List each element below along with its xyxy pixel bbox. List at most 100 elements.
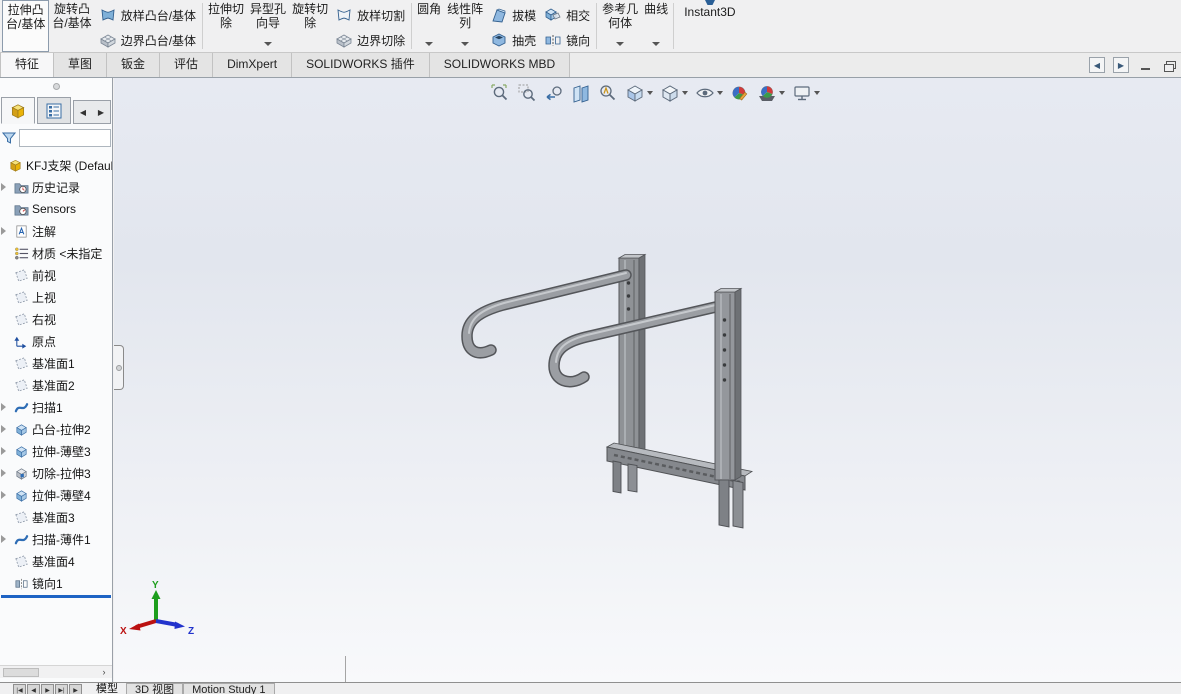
tree-item-plane3[interactable]: 基准面3 [0, 506, 112, 528]
motion-nav-buttons: |◀ ◀ ▶ ▶| ▶ [13, 684, 82, 694]
feature-tree-filter-input[interactable] [19, 129, 111, 147]
draft-button[interactable]: 拔模 [490, 6, 536, 24]
plane-icon [14, 290, 29, 305]
tree-item-front-plane[interactable]: 前视 [0, 264, 112, 286]
tab-sheet-metal[interactable]: 钣金 [107, 53, 161, 77]
tab-dimxpert[interactable]: DimXpert [213, 53, 293, 77]
mirror-feature-icon [14, 576, 29, 591]
scroll-tabs-left-button[interactable]: ◀ [1089, 57, 1105, 73]
restore-document-button[interactable] [1161, 57, 1177, 73]
extruded-boss-base-button[interactable]: 拉伸凸 台/基体 [2, 0, 50, 52]
graphics-viewport[interactable]: Y X Z [114, 78, 1181, 682]
intersect-icon [544, 6, 562, 24]
command-manager-tab-bar: 特征 草图 钣金 评估 DimXpert SOLIDWORKS 插件 SOLID… [0, 53, 1181, 78]
tree-item-plane1[interactable]: 基准面1 [0, 352, 112, 374]
orientation-triad: Y X Z [120, 580, 194, 637]
tree-item-extrude-thin3[interactable]: 拉伸-薄壁3 [0, 440, 112, 462]
panel-tabs-scroll-left-button[interactable]: ◀ [80, 108, 86, 117]
expander-icon[interactable] [1, 535, 6, 543]
expander-icon[interactable] [1, 403, 6, 411]
linear-pattern-dropdown-icon[interactable] [461, 42, 470, 46]
hole-wizard-button[interactable]: 异型孔 向导 [247, 0, 289, 52]
tree-item-extrude-thin4[interactable]: 拉伸-薄壁4 [0, 484, 112, 506]
tree-item-mirror1[interactable]: 镜向1 [0, 572, 112, 594]
tree-item-top-plane[interactable]: 上视 [0, 286, 112, 308]
tree-item-plane2[interactable]: 基准面2 [0, 374, 112, 396]
revolved-boss-base-button[interactable]: 旋转凸 台/基体 [49, 0, 94, 52]
tree-item-annotations[interactable]: 注解 [0, 220, 112, 242]
tree-item-material[interactable]: 材质 <未指定 [0, 242, 112, 264]
curves-button[interactable]: 曲线 [641, 0, 671, 52]
jump-to-end-button[interactable]: ▶| [55, 684, 68, 694]
boundary-boss-base-button[interactable]: 边界凸台/基体 [99, 31, 196, 49]
tab-solidworks-mbd[interactable]: SOLIDWORKS MBD [429, 53, 571, 77]
panel-horizontal-scrollbar[interactable]: › [0, 665, 112, 678]
play-button[interactable]: ▶ [41, 684, 54, 694]
tree-item-boss-extrude2[interactable]: 凸台-拉伸2 [0, 418, 112, 440]
extrude-icon [14, 488, 29, 503]
scrollbar-right-arrow[interactable]: › [98, 666, 110, 678]
model-kfj-bracket[interactable]: Y X Z [114, 78, 1181, 682]
fillet-button[interactable]: 圆角 [414, 0, 444, 52]
tree-item-right-plane[interactable]: 右视 [0, 308, 112, 330]
extrude-icon [14, 422, 29, 437]
next-frame-button[interactable]: ▶ [69, 684, 82, 694]
expander-icon[interactable] [1, 447, 6, 455]
tab-sketch[interactable]: 草图 [54, 53, 108, 77]
revolved-cut-button[interactable]: 旋转切 除 [289, 0, 331, 52]
rollback-bar[interactable] [1, 595, 111, 598]
extruded-cut-button[interactable]: 拉伸切 除 [205, 0, 247, 52]
expander-icon[interactable] [1, 227, 6, 235]
intersect-button[interactable]: 相交 [544, 6, 590, 24]
expander-icon[interactable] [1, 491, 6, 499]
feature-tree: KFJ支架 (Default 历史记录 Sensors 注解 材质 <未指定 前… [0, 154, 112, 594]
linear-pattern-button[interactable]: 线性阵 列 [444, 0, 486, 52]
lofted-boss-icon [99, 6, 117, 24]
tab-evaluate[interactable]: 评估 [160, 53, 214, 77]
tree-item-sweep1[interactable]: 扫描1 [0, 396, 112, 418]
shell-button[interactable]: 抽壳 [490, 31, 536, 49]
panel-grip-dot[interactable] [53, 83, 60, 90]
fillet-dropdown-icon[interactable] [425, 42, 434, 46]
tree-item-sweep-thin1[interactable]: 扫描-薄件1 [0, 528, 112, 550]
mirror-button[interactable]: 镜向 [544, 31, 590, 49]
tab-motion-study-1[interactable]: Motion Study 1 [183, 683, 275, 694]
lofted-boss-base-button[interactable]: 放样凸台/基体 [99, 6, 196, 24]
expander-icon[interactable] [1, 425, 6, 433]
plane-icon [14, 268, 29, 283]
curves-dropdown-icon[interactable] [652, 42, 661, 46]
previous-frame-button[interactable]: ◀ [27, 684, 40, 694]
lofted-cut-button[interactable]: 放样切割 [335, 6, 405, 24]
scroll-tabs-right-button[interactable]: ▶ [1113, 57, 1129, 73]
tree-item-part-name[interactable]: KFJ支架 (Default [0, 154, 112, 176]
feature-manager-tree-tab[interactable] [1, 97, 35, 124]
property-manager-tab[interactable] [37, 97, 71, 124]
tab-3d-views[interactable]: 3D 视图 [126, 683, 184, 694]
scrollbar-thumb[interactable] [3, 668, 39, 677]
panel-tab-bar: ◀ ▶ [0, 96, 113, 124]
jump-to-start-button[interactable]: |◀ [13, 684, 26, 694]
cut-extrude-icon [14, 466, 29, 481]
tab-features[interactable]: 特征 [0, 53, 55, 77]
tab-model[interactable]: 模型 [88, 683, 126, 694]
panel-tabs-scroll-right-button[interactable]: ▶ [98, 108, 104, 117]
plane-icon [14, 378, 29, 393]
lofted-cut-icon [335, 6, 353, 24]
minimize-document-button[interactable] [1137, 57, 1153, 73]
plane-icon [14, 510, 29, 525]
reference-geometry-button[interactable]: 参考几 何体 [599, 0, 641, 52]
hole-wizard-dropdown-icon[interactable] [264, 42, 273, 46]
tree-item-history[interactable]: 历史记录 [0, 176, 112, 198]
boundary-cut-button[interactable]: 边界切除 [335, 31, 405, 49]
expander-icon[interactable] [1, 469, 6, 477]
expander-icon[interactable] [1, 183, 6, 191]
tree-item-cut-extrude3[interactable]: 切除-拉伸3 [0, 462, 112, 484]
ribbon-group-cut: 拉伸切 除 异型孔 向导 旋转切 除 放样切割 边界切除 [203, 0, 411, 52]
tree-item-sensors[interactable]: Sensors [0, 198, 112, 220]
instant3d-button[interactable]: Instant3D [676, 0, 743, 52]
tree-item-origin[interactable]: 原点 [0, 330, 112, 352]
tree-item-plane4[interactable]: 基准面4 [0, 550, 112, 572]
annotations-icon [14, 224, 29, 239]
reference-geometry-dropdown-icon[interactable] [616, 42, 625, 46]
tab-solidworks-addins[interactable]: SOLIDWORKS 插件 [292, 53, 430, 77]
